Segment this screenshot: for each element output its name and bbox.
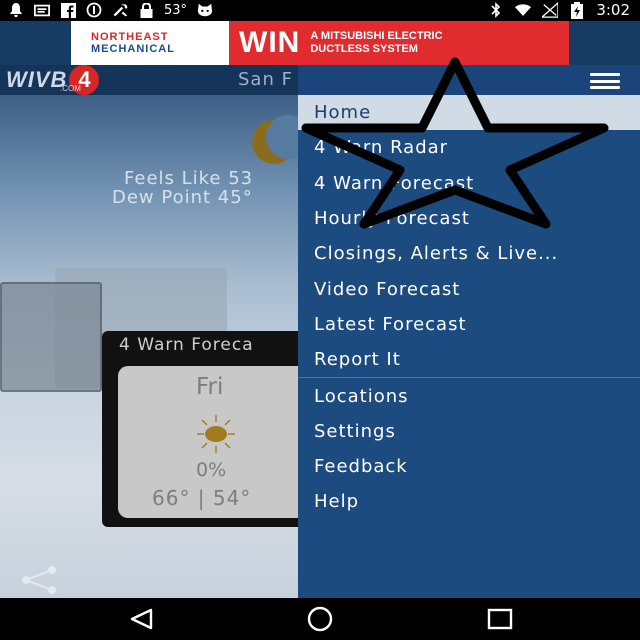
status-bar-system: 3:02 [488, 1, 630, 19]
recents-icon[interactable] [485, 606, 515, 632]
drawer-item-latest-forecast[interactable]: Latest Forecast [298, 307, 640, 342]
star-outline-overlay [301, 57, 609, 229]
wifi-icon [515, 2, 532, 18]
back-icon[interactable] [126, 606, 156, 632]
forecast-hilo: 66° | 54° [152, 486, 252, 510]
dew-point: Dew Point 45° [112, 187, 253, 208]
drawer-item-closings-alerts[interactable]: Closings, Alerts & Live... [298, 236, 640, 271]
drawer-item-video-forecast[interactable]: Video Forecast [298, 271, 640, 306]
ad-brand-line1: NORTHEAST [91, 31, 169, 43]
logo-suffix: .COM [60, 84, 81, 93]
forecast-card[interactable]: 4 Warn Foreca Fri 0% 66° | 54° [102, 331, 322, 527]
bluetooth-icon [488, 2, 504, 18]
status-time: 3:02 [596, 1, 630, 19]
drawer-item-report-it[interactable]: Report It [298, 342, 640, 377]
forecast-day-name: Fri [196, 374, 224, 400]
cat-face-icon [197, 2, 213, 18]
circle-i-icon [86, 2, 102, 18]
share-icon[interactable] [20, 565, 60, 595]
android-nav-bar [0, 598, 640, 640]
feels-like: Feels Like 53 [124, 168, 254, 189]
station-logo: WIVB 4 [6, 65, 100, 95]
signal-icon [542, 2, 559, 18]
drawer-item-help[interactable]: Help [298, 484, 640, 519]
battery-icon [569, 1, 585, 19]
radar-thumbnail[interactable] [0, 282, 102, 392]
status-temperature: 53° [164, 2, 188, 18]
sun-icon [197, 415, 235, 453]
drawer-item-locations[interactable]: Locations [298, 378, 640, 413]
logo-text: WIVB [6, 67, 68, 92]
city-name[interactable]: San F [238, 69, 293, 90]
lock-icon [138, 2, 154, 18]
message-icon [34, 2, 50, 18]
status-bar: 53° 3:02 [0, 0, 640, 21]
forecast-day-card[interactable]: Fri 0% 66° | 54° [118, 366, 318, 518]
drawer-item-feedback[interactable]: Feedback [298, 449, 640, 484]
facebook-icon [60, 2, 76, 18]
ad-brand: NORTHEAST MECHANICAL [71, 21, 229, 65]
forecast-precip: 0% [196, 459, 227, 481]
status-bar-notifications: 53° [8, 2, 213, 18]
drawer-item-settings[interactable]: Settings [298, 414, 640, 449]
home-icon[interactable] [305, 606, 335, 632]
ad-brand-line2: MECHANICAL [91, 43, 175, 55]
forecast-card-title: 4 Warn Foreca [119, 335, 254, 355]
tools-icon [112, 2, 128, 18]
notification-icon [8, 2, 24, 18]
